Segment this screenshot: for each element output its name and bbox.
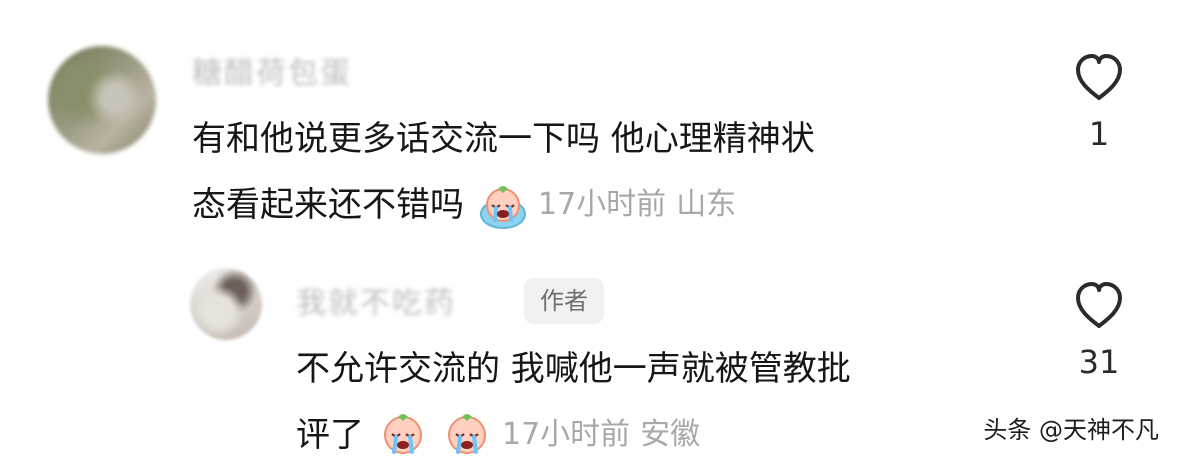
reply-username[interactable]: 我就不吃药 bbox=[296, 278, 456, 322]
reply-location: 安徽 bbox=[640, 417, 701, 452]
comment-text-line1: 有和他说更多话交流一下吗 他心理精神状 bbox=[192, 119, 815, 159]
comment-text-line2: 态看起来还不错吗 bbox=[192, 185, 464, 225]
heart-icon bbox=[1064, 280, 1134, 330]
like-button[interactable]: 1 bbox=[1064, 52, 1134, 154]
reply-text-line1: 不允许交流的 我喊他一声就被管教批 bbox=[296, 349, 851, 389]
author-badge: 作者 bbox=[524, 278, 604, 324]
reply-like-count: 31 bbox=[1078, 343, 1120, 381]
comment-text-line2-row: 态看起来还不错吗 17小时前 山东 bbox=[192, 172, 736, 238]
reply-text-line2-row: 评了 17小时前 安徽 bbox=[296, 402, 700, 468]
heart-icon bbox=[1064, 52, 1134, 102]
reply-text-line2: 评了 bbox=[296, 415, 364, 455]
commenter-username[interactable]: 糖醋荷包蛋 bbox=[192, 48, 352, 92]
reply-time: 17小时前 bbox=[502, 417, 631, 452]
comment-time: 17小时前 bbox=[538, 187, 667, 222]
crying-emoji-icon bbox=[442, 410, 492, 460]
commenter-avatar[interactable] bbox=[48, 46, 156, 154]
crying-emoji-icon bbox=[478, 180, 528, 230]
like-count: 1 bbox=[1088, 115, 1110, 153]
comment-body: 有和他说更多话交流一下吗 他心理精神状 态看起来还不错吗 17小时前 山东 bbox=[192, 106, 815, 238]
reply-body: 不允许交流的 我喊他一声就被管教批 评了 17小时前 安徽 bbox=[296, 336, 851, 468]
reply-like-button[interactable]: 31 bbox=[1064, 280, 1134, 382]
watermark: 头条 @天神不凡 bbox=[983, 416, 1159, 444]
reply-avatar[interactable] bbox=[190, 268, 262, 340]
comment-location: 山东 bbox=[676, 187, 737, 222]
crying-emoji-icon bbox=[378, 410, 428, 460]
